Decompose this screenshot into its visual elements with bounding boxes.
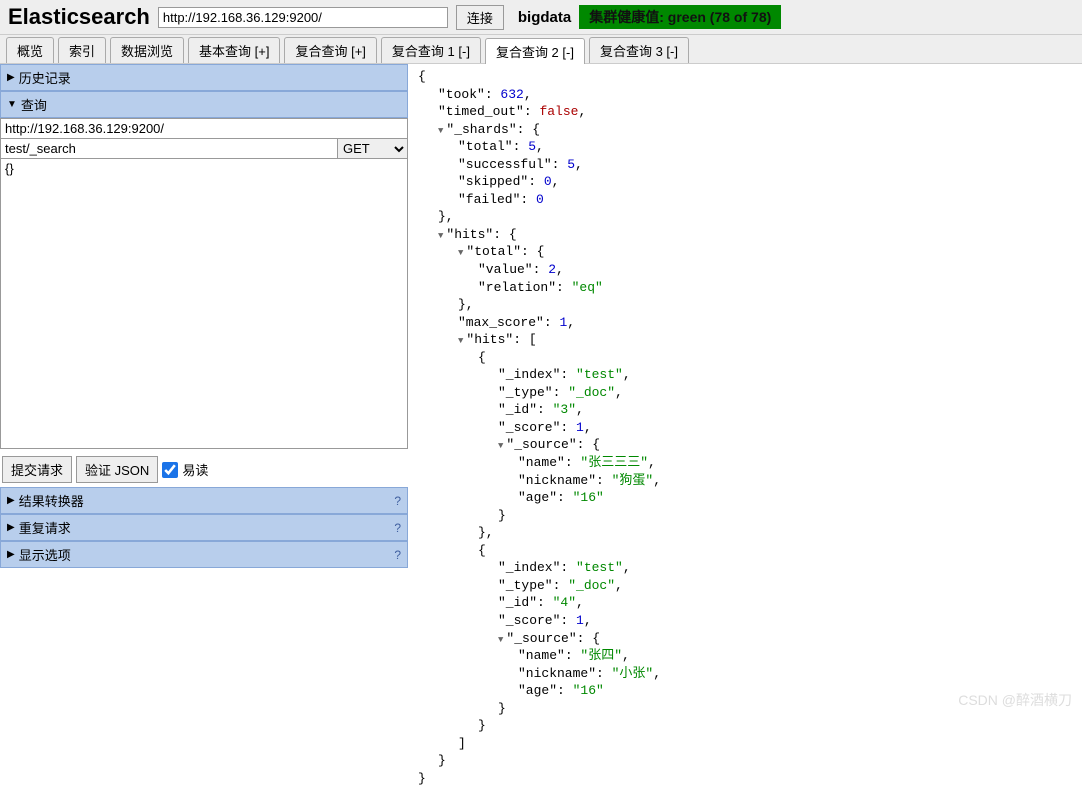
pretty-label: 易读 (182, 460, 208, 479)
app-logo: Elasticsearch (8, 4, 150, 30)
cluster-name: bigdata (518, 9, 571, 26)
watermark: CSDN @醉酒横刀 (958, 690, 1072, 710)
transformer-label: 结果转换器 (19, 491, 84, 510)
help-icon[interactable]: ? (394, 521, 401, 535)
submit-button[interactable]: 提交请求 (2, 456, 72, 483)
tab-bar: 概览索引数据浏览基本查询 [+]复合查询 [+]复合查询 1 [-]复合查询 2… (0, 35, 1082, 64)
help-icon[interactable]: ? (394, 494, 401, 508)
pretty-checkbox[interactable] (162, 462, 178, 478)
tab[interactable]: 数据浏览 (110, 37, 184, 63)
help-icon[interactable]: ? (394, 548, 401, 562)
history-label: 历史记录 (19, 68, 71, 87)
cluster-url-input[interactable] (158, 7, 448, 28)
validate-button[interactable]: 验证 JSON (76, 456, 158, 483)
expand-icon: ▶ (7, 522, 15, 533)
query-panel-header[interactable]: ▼ 查询 (0, 91, 408, 118)
connect-button[interactable]: 连接 (456, 5, 504, 30)
collapse-icon: ▼ (7, 99, 17, 110)
display-label: 显示选项 (19, 545, 71, 564)
tab[interactable]: 复合查询 1 [-] (381, 37, 481, 63)
query-path-input[interactable] (0, 139, 338, 159)
result-viewer: {"took": 632,"timed_out": false,▼"_shard… (408, 64, 1082, 791)
query-method-select[interactable]: GET (338, 139, 408, 159)
repeat-label: 重复请求 (19, 518, 71, 537)
history-panel-header[interactable]: ▶ 历史记录 (0, 64, 408, 91)
query-actions: 提交请求 验证 JSON 易读 (0, 452, 408, 487)
query-label: 查询 (21, 95, 47, 114)
transformer-panel-header[interactable]: ▶ 结果转换器 ? (0, 487, 408, 514)
tab[interactable]: 复合查询 3 [-] (589, 37, 689, 63)
repeat-panel-header[interactable]: ▶ 重复请求 ? (0, 514, 408, 541)
display-panel-header[interactable]: ▶ 显示选项 ? (0, 541, 408, 568)
tab[interactable]: 概览 (6, 37, 54, 63)
tab[interactable]: 索引 (58, 37, 106, 63)
expand-icon: ▶ (7, 72, 15, 83)
expand-icon: ▶ (7, 495, 15, 506)
query-url-input[interactable] (0, 118, 408, 139)
query-body-textarea[interactable]: {} (0, 159, 408, 449)
tab[interactable]: 复合查询 [+] (284, 37, 376, 63)
tab[interactable]: 基本查询 [+] (188, 37, 280, 63)
left-panel: ▶ 历史记录 ▼ 查询 GET {} 提交请求 验证 JSON 易读 ▶ 结果转… (0, 64, 408, 791)
header: Elasticsearch 连接 bigdata 集群健康值: green (7… (0, 0, 1082, 35)
cluster-health-badge: 集群健康值: green (78 of 78) (579, 5, 781, 29)
expand-icon: ▶ (7, 549, 15, 560)
tab[interactable]: 复合查询 2 [-] (485, 38, 585, 64)
